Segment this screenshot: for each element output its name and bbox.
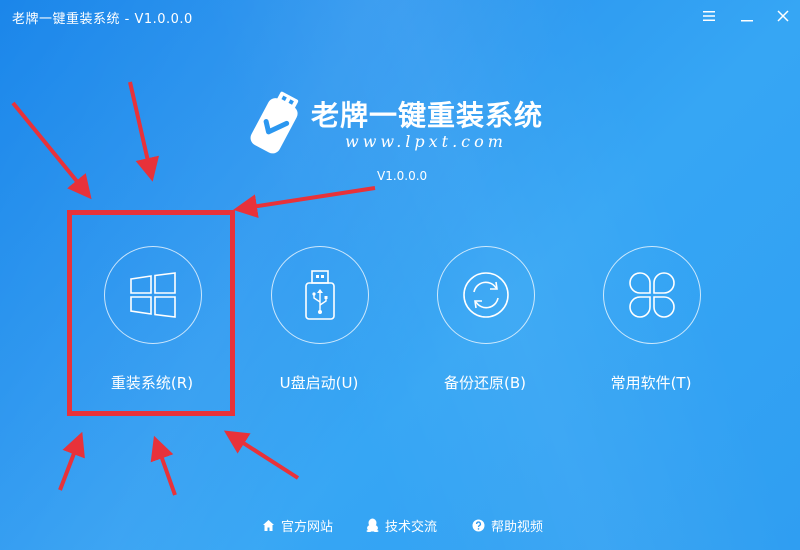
hamburger-icon bbox=[703, 11, 715, 21]
feature-label: U盘启动(U) bbox=[279, 374, 359, 392]
arrow bbox=[223, 430, 300, 480]
app-logo: 老牌一键重装系统 www.lpxt.com bbox=[245, 90, 565, 160]
website-url: www.lpxt.com bbox=[345, 132, 507, 151]
highlight-box bbox=[67, 210, 235, 416]
feature-label: 备份还原(B) bbox=[444, 374, 526, 392]
footer-link-label: 技术交流 bbox=[385, 519, 438, 535]
four-leaf-icon bbox=[629, 272, 675, 318]
arrow bbox=[233, 186, 376, 219]
feature-circle bbox=[437, 246, 535, 344]
arrow bbox=[58, 431, 85, 491]
title-bar: 老牌一键重装系统 - V1.0.0.0 bbox=[0, 0, 800, 34]
help-video-link[interactable]: 帮助视频 bbox=[472, 515, 543, 535]
arrow bbox=[128, 81, 160, 182]
refresh-cycle-icon bbox=[463, 272, 509, 318]
usb-shield-icon bbox=[250, 91, 299, 154]
minimize-icon bbox=[741, 20, 753, 22]
tech-exchange-link[interactable]: 技术交流 bbox=[366, 515, 437, 535]
arrow bbox=[150, 435, 177, 496]
feature-label: 常用软件(T) bbox=[610, 374, 692, 392]
footer-link-label: 帮助视频 bbox=[491, 519, 544, 535]
help-icon bbox=[472, 519, 485, 531]
usb-drive-icon bbox=[305, 270, 335, 320]
app-name: 老牌一键重装系统 bbox=[311, 99, 544, 132]
minimize-button[interactable] bbox=[732, 4, 762, 28]
backup-restore-button[interactable]: 备份还原(B) bbox=[422, 244, 552, 404]
close-icon bbox=[777, 10, 789, 22]
home-icon bbox=[263, 519, 274, 531]
feature-circle bbox=[271, 246, 369, 344]
version-label: V1.0.0.0 bbox=[377, 169, 428, 183]
close-button[interactable] bbox=[768, 4, 798, 28]
penguin-icon bbox=[366, 518, 379, 532]
usb-boot-button[interactable]: U盘启动(U) bbox=[256, 244, 386, 404]
arrow bbox=[11, 101, 92, 200]
footer-link-label: 官方网站 bbox=[281, 519, 334, 535]
official-site-link[interactable]: 官方网站 bbox=[262, 515, 333, 535]
menu-button[interactable] bbox=[694, 4, 724, 28]
common-software-button[interactable]: 常用软件(T) bbox=[588, 244, 718, 404]
feature-circle bbox=[603, 246, 701, 344]
window-title: 老牌一键重装系统 - V1.0.0.0 bbox=[12, 12, 193, 27]
